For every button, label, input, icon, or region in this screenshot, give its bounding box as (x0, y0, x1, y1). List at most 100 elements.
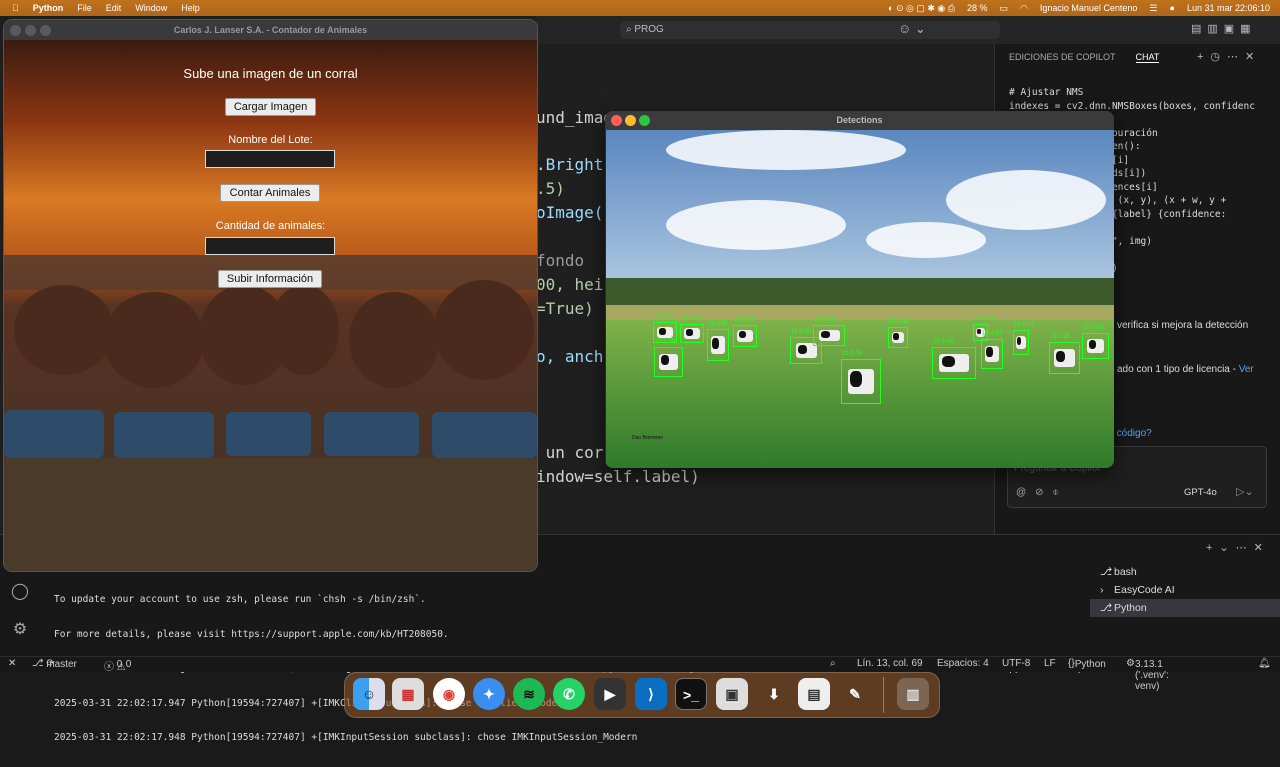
animal-counter-window: Carlos J. Lanser S.A. - Contador de Anim… (4, 20, 537, 571)
trash-icon[interactable]: ▥ (897, 678, 929, 710)
command-center-label: PROG (634, 24, 664, 35)
downloads-icon[interactable]: ⬇ (758, 678, 790, 710)
cow-spot (1017, 336, 1022, 346)
control-center-icon[interactable]: ☰ (1149, 3, 1157, 14)
settings-gear-icon[interactable]: ⚙ (10, 620, 30, 640)
send-icon[interactable]: ▷⌄ (1236, 485, 1254, 498)
zoom-button[interactable] (639, 115, 650, 126)
terminal-line: For more details, please visit https://s… (54, 628, 449, 640)
user-name[interactable]: Ignacio Manuel Centeno (1040, 3, 1138, 13)
terminal-actions[interactable]: +⌄⋯✕ (1206, 541, 1270, 554)
preview-icon[interactable]: ▣ (716, 678, 748, 710)
remote-icon[interactable]: ✕ (8, 658, 16, 669)
menu-window[interactable]: Window (135, 3, 167, 13)
cow-shape (1086, 338, 1105, 354)
cow-spot (712, 337, 719, 349)
window-title: Detections (836, 115, 883, 125)
cow-shape (1016, 335, 1026, 350)
finder-icon[interactable]: ☺ (353, 678, 385, 710)
submit-info-button[interactable]: Subir Información (218, 270, 322, 288)
lot-name-input[interactable] (205, 150, 335, 168)
cow-spot (1056, 350, 1066, 362)
session-label: EasyCode AI (1114, 584, 1175, 596)
accounts-icon[interactable]: ◯ (10, 582, 30, 602)
detection-label: 19 0.93 (933, 339, 954, 345)
menu-file[interactable]: File (77, 3, 92, 13)
upload-image-button[interactable]: Cargar Imagen (225, 98, 316, 116)
menu-help[interactable]: Help (181, 3, 200, 13)
detection-box: 19 0.79 (1013, 322, 1034, 355)
code-line: =True) (536, 299, 594, 318)
zoom-icon[interactable]: ⌕ (830, 658, 836, 669)
tab-copilot-edits[interactable]: EDICIONES DE COPILOT (1009, 52, 1116, 63)
copilot-link-ver[interactable]: Ver (1239, 364, 1254, 375)
terminal-app-icon[interactable]: >_ (675, 678, 707, 710)
code-line: .5) (536, 179, 565, 198)
problems-status[interactable]: ⓧ 0 ⚠ 0 (104, 658, 131, 673)
cow-spot (850, 371, 863, 387)
final-cut-icon[interactable]: ▶ (594, 678, 626, 710)
battery-icon[interactable]: ▭ (999, 3, 1008, 14)
terminal-session-bash[interactable]: ⎇ bash (1090, 563, 1280, 581)
pencil-icon[interactable]: ✎ (839, 678, 871, 710)
detection-label: 19 0.84 (889, 319, 910, 325)
cow-shape (891, 331, 905, 344)
detection-box: 19 0.84 (888, 319, 909, 348)
notifications-icon[interactable]: 🔔︎ (1258, 658, 1271, 669)
branch-status[interactable]: ⎇ master ⟳ (32, 658, 77, 670)
chrome-icon[interactable]: ◉ (433, 678, 465, 710)
close-button[interactable] (611, 115, 622, 126)
cow-shape (657, 326, 673, 339)
spotify-icon[interactable]: ≋ (513, 678, 545, 710)
wifi-icon[interactable]: ◠ (1020, 3, 1028, 14)
terminal-session-python[interactable]: ⎇ Python (1090, 599, 1280, 617)
encoding[interactable]: UTF-8 (1002, 658, 1030, 669)
detection-label: 19 0.79 (1014, 322, 1035, 328)
cow-shape (985, 345, 999, 363)
close-button[interactable] (10, 25, 21, 36)
cow-shape (818, 329, 840, 342)
menu-bar:  Python File Edit Window Help ◐ ⊙ ◎ ▢ ✱… (0, 0, 1280, 16)
siri-icon[interactable]: ● (1170, 3, 1175, 13)
minimize-button[interactable] (25, 25, 36, 36)
window-title: Carlos J. Lanser S.A. - Contador de Anim… (173, 25, 368, 35)
safari-icon[interactable]: ✦ (473, 678, 505, 710)
vscode-icon[interactable]: ⟩ (635, 678, 667, 710)
eol[interactable]: LF (1044, 658, 1056, 669)
count-animals-button[interactable]: Contar Animales (220, 184, 320, 202)
zoom-button[interactable] (40, 25, 51, 36)
status-bar: ✕ ⎇ master ⟳ ⓧ 0 ⚠ 0 ⌕ Lín. 13, col. 69 … (0, 656, 1280, 692)
clock[interactable]: Lun 31 mar 22:06:10 (1187, 3, 1270, 13)
detection-label: 19 0.95 (681, 316, 702, 322)
language-mode[interactable]: {} Python (1068, 658, 1106, 670)
animal-count-input[interactable] (205, 237, 335, 255)
tab-chat[interactable]: CHAT (1135, 52, 1160, 63)
notes-icon[interactable]: ▤ (798, 678, 830, 710)
panel-actions[interactable]: +◷⋯✕ (1197, 50, 1261, 63)
copilot-icon[interactable]: ☺ ⌄ (898, 21, 926, 37)
cow-spot (738, 331, 746, 339)
terminal-session-easycode[interactable]: › EasyCode AI (1090, 581, 1280, 599)
detection-label: 19 0.91 (708, 321, 729, 327)
model-selector[interactable]: GPT-4o (1184, 487, 1217, 498)
launchpad-icon[interactable]: ▦ (392, 678, 424, 710)
menu-edit[interactable]: Edit (106, 3, 122, 13)
dock: ☺ ▦ ◉ ✦ ≋ ✆ ▶ ⟩ >_ ▣ ⬇ ▤ ✎ ▥ (344, 672, 940, 718)
cursor-position[interactable]: Lín. 13, col. 69 (857, 658, 923, 669)
corral-scene (4, 40, 537, 571)
apple-icon[interactable]:  (12, 3, 19, 13)
layout-icons[interactable]: ▤▥▣▦ (1191, 22, 1257, 35)
chat-tool-icons[interactable]: @⊘⌽ (1016, 487, 1068, 498)
menu-app-name[interactable]: Python (33, 3, 64, 13)
minimize-button[interactable] (625, 115, 636, 126)
warnings-count: 0 (125, 659, 132, 670)
status-icons[interactable]: ◐ ⊙ ◎ ▢ ✱ ◉ ⎙ (888, 3, 955, 14)
command-center[interactable]: ⌕ PROG (620, 21, 1000, 39)
terminal-icon: ⎇ (1100, 602, 1113, 614)
branch-name: master (46, 659, 77, 670)
interpreter[interactable]: ⚙ 3.13.1 ('.venv': venv) (1126, 658, 1169, 692)
detection-box: 19 0.80 (1082, 325, 1109, 359)
whatsapp-icon[interactable]: ✆ (553, 678, 585, 710)
battery-percent[interactable]: 28 % (967, 3, 988, 13)
indentation[interactable]: Espacios: 4 (937, 658, 989, 669)
